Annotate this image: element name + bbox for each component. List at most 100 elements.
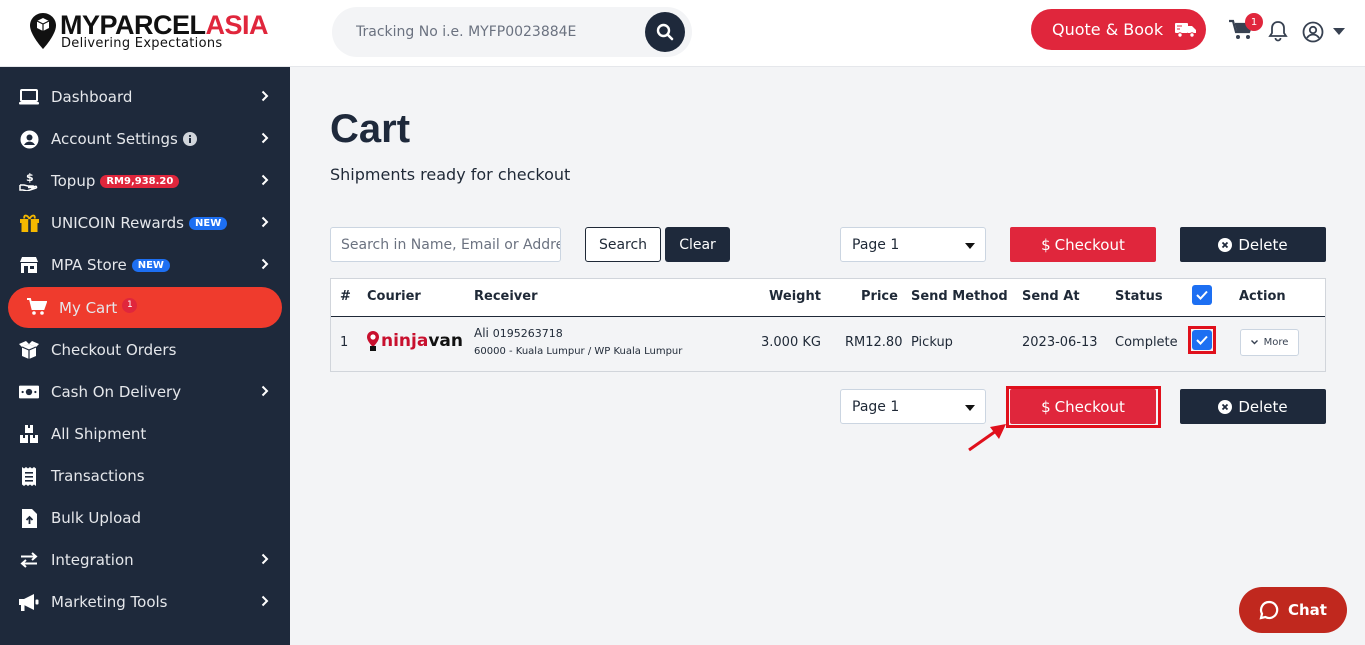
map-pin-icon [30, 13, 56, 49]
col-header-action: Action [1239, 289, 1286, 304]
sidebar-item-account-settings[interactable]: Account Settings [0, 120, 290, 158]
search-icon [656, 23, 674, 41]
courier-name-b: van [428, 331, 463, 351]
sidebar-item-mpa-store[interactable]: MPA Store NEW [0, 246, 290, 284]
box-open-icon [19, 340, 39, 360]
chevron-right-icon [261, 174, 269, 186]
row-send-method: Pickup [911, 335, 953, 350]
cart-table: # Courier Receiver Weight Price Send Met… [330, 278, 1326, 372]
col-header-receiver: Receiver [474, 289, 538, 304]
more-button[interactable]: More [1240, 329, 1299, 356]
bell-icon[interactable] [1268, 20, 1288, 42]
row-status: Complete [1115, 335, 1178, 350]
sidebar-item-all-shipment[interactable]: All Shipment [0, 415, 290, 453]
row-checkbox[interactable] [1192, 330, 1212, 350]
sidebar-item-label: Account Settings [51, 130, 178, 148]
col-header-send-method: Send Method [911, 289, 1008, 304]
chat-bubble-icon [1259, 600, 1279, 620]
chevron-down-icon[interactable] [1333, 28, 1345, 35]
user-circle-icon [19, 129, 39, 149]
receiver-phone: 0195263718 [492, 327, 563, 340]
chat-button[interactable]: Chat [1239, 587, 1347, 633]
chevron-down-icon [965, 243, 975, 249]
search-button[interactable]: Search [585, 227, 661, 262]
truck-icon [1175, 23, 1197, 38]
file-upload-icon [19, 508, 39, 528]
courier-name-a: ninja [381, 331, 429, 351]
row-weight: 3.000 KG [761, 335, 821, 350]
top-header: MYPARCELASIA Delivering Expectations Quo… [0, 0, 1365, 67]
clear-button[interactable]: Clear [665, 227, 730, 262]
courier-logo: ninja van [367, 331, 463, 351]
sidebar-item-unicoin-rewards[interactable]: UNICOIN Rewards NEW [0, 204, 290, 242]
page-select-value: Page 1 [852, 236, 900, 253]
times-circle-icon [1218, 237, 1233, 252]
chat-label: Chat [1288, 601, 1327, 619]
sidebar-item-label: Bulk Upload [51, 509, 141, 527]
tracking-search-button[interactable] [645, 12, 685, 52]
delete-button-top[interactable]: Delete [1180, 227, 1326, 262]
cart-search-input[interactable] [330, 227, 561, 262]
sidebar-item-label: Dashboard [51, 88, 133, 106]
sidebar-item-label: UNICOIN Rewards [51, 214, 184, 232]
select-all-checkbox[interactable] [1192, 285, 1212, 305]
megaphone-icon [19, 592, 39, 612]
tracking-search [332, 7, 692, 57]
receipt-icon [19, 466, 39, 486]
sidebar-item-topup[interactable]: $ Topup RM9,938.20 [0, 162, 290, 200]
sidebar-item-transactions[interactable]: Transactions [0, 457, 290, 495]
new-badge: NEW [131, 259, 170, 272]
quote-book-button[interactable]: Quote & Book [1031, 9, 1206, 50]
new-badge: NEW [189, 217, 228, 230]
quote-book-label: Quote & Book [1052, 20, 1164, 39]
sidebar-item-label: Marketing Tools [51, 593, 168, 611]
user-circle-icon[interactable] [1302, 21, 1324, 43]
page-select-top[interactable]: Page 1 [840, 227, 986, 262]
boxes-icon [19, 424, 39, 444]
sidebar-item-checkout-orders[interactable]: Checkout Orders [0, 331, 290, 369]
sidebar-item-dashboard[interactable]: Dashboard [0, 78, 290, 116]
col-header-price: Price [861, 289, 898, 304]
check-icon [1196, 290, 1208, 300]
sidebar-item-bulk-upload[interactable]: Bulk Upload [0, 499, 290, 537]
sidebar-item-marketing-tools[interactable]: Marketing Tools [0, 583, 290, 621]
money-bill-icon [19, 382, 39, 402]
times-circle-icon [1218, 399, 1233, 414]
receiver-address: 60000 - Kuala Lumpur / WP Kuala Lumpur [474, 346, 683, 357]
col-header-weight: Weight [769, 289, 821, 304]
page-subtitle: Shipments ready for checkout [330, 165, 571, 184]
ninjavan-pin-icon [367, 331, 379, 351]
more-label: More [1263, 337, 1289, 348]
chevron-right-icon [261, 216, 269, 228]
sidebar-item-cash-on-delivery[interactable]: Cash On Delivery [0, 373, 290, 411]
page-title: Cart [330, 107, 411, 151]
sidebar-item-label: All Shipment [51, 425, 147, 443]
checkout-button-top[interactable]: $ Checkout [1010, 227, 1156, 262]
svg-text:$: $ [26, 171, 34, 184]
sidebar-item-my-cart[interactable]: My Cart 1 [8, 287, 282, 328]
delete-label: Delete [1238, 397, 1288, 416]
sidebar-item-label: Cash On Delivery [51, 383, 182, 401]
checkout-label: Checkout [1054, 235, 1125, 254]
delete-label: Delete [1238, 235, 1288, 254]
cart-icon [27, 297, 47, 317]
sidebar-item-label: Topup [51, 172, 96, 190]
row-num: 1 [340, 335, 349, 350]
chevron-right-icon [261, 553, 269, 565]
cart-count-badge: 1 [1245, 13, 1263, 31]
laptop-icon [19, 87, 39, 107]
gift-icon [19, 213, 39, 233]
chevron-down-icon [965, 405, 975, 411]
chevron-right-icon [261, 132, 269, 144]
sidebar-item-integration[interactable]: Integration [0, 541, 290, 579]
delete-button-bottom[interactable]: Delete [1180, 389, 1326, 424]
sidebar-item-label: Integration [51, 551, 134, 569]
hand-dollar-icon: $ [19, 171, 39, 191]
store-icon [19, 255, 39, 275]
dollar-icon: $ [1041, 235, 1051, 254]
page-select-bottom[interactable]: Page 1 [840, 389, 986, 424]
row-price: RM12.80 [845, 335, 903, 350]
tracking-input[interactable] [356, 19, 626, 45]
brand-logo[interactable]: MYPARCELASIA Delivering Expectations [30, 10, 280, 55]
info-icon [182, 132, 197, 146]
